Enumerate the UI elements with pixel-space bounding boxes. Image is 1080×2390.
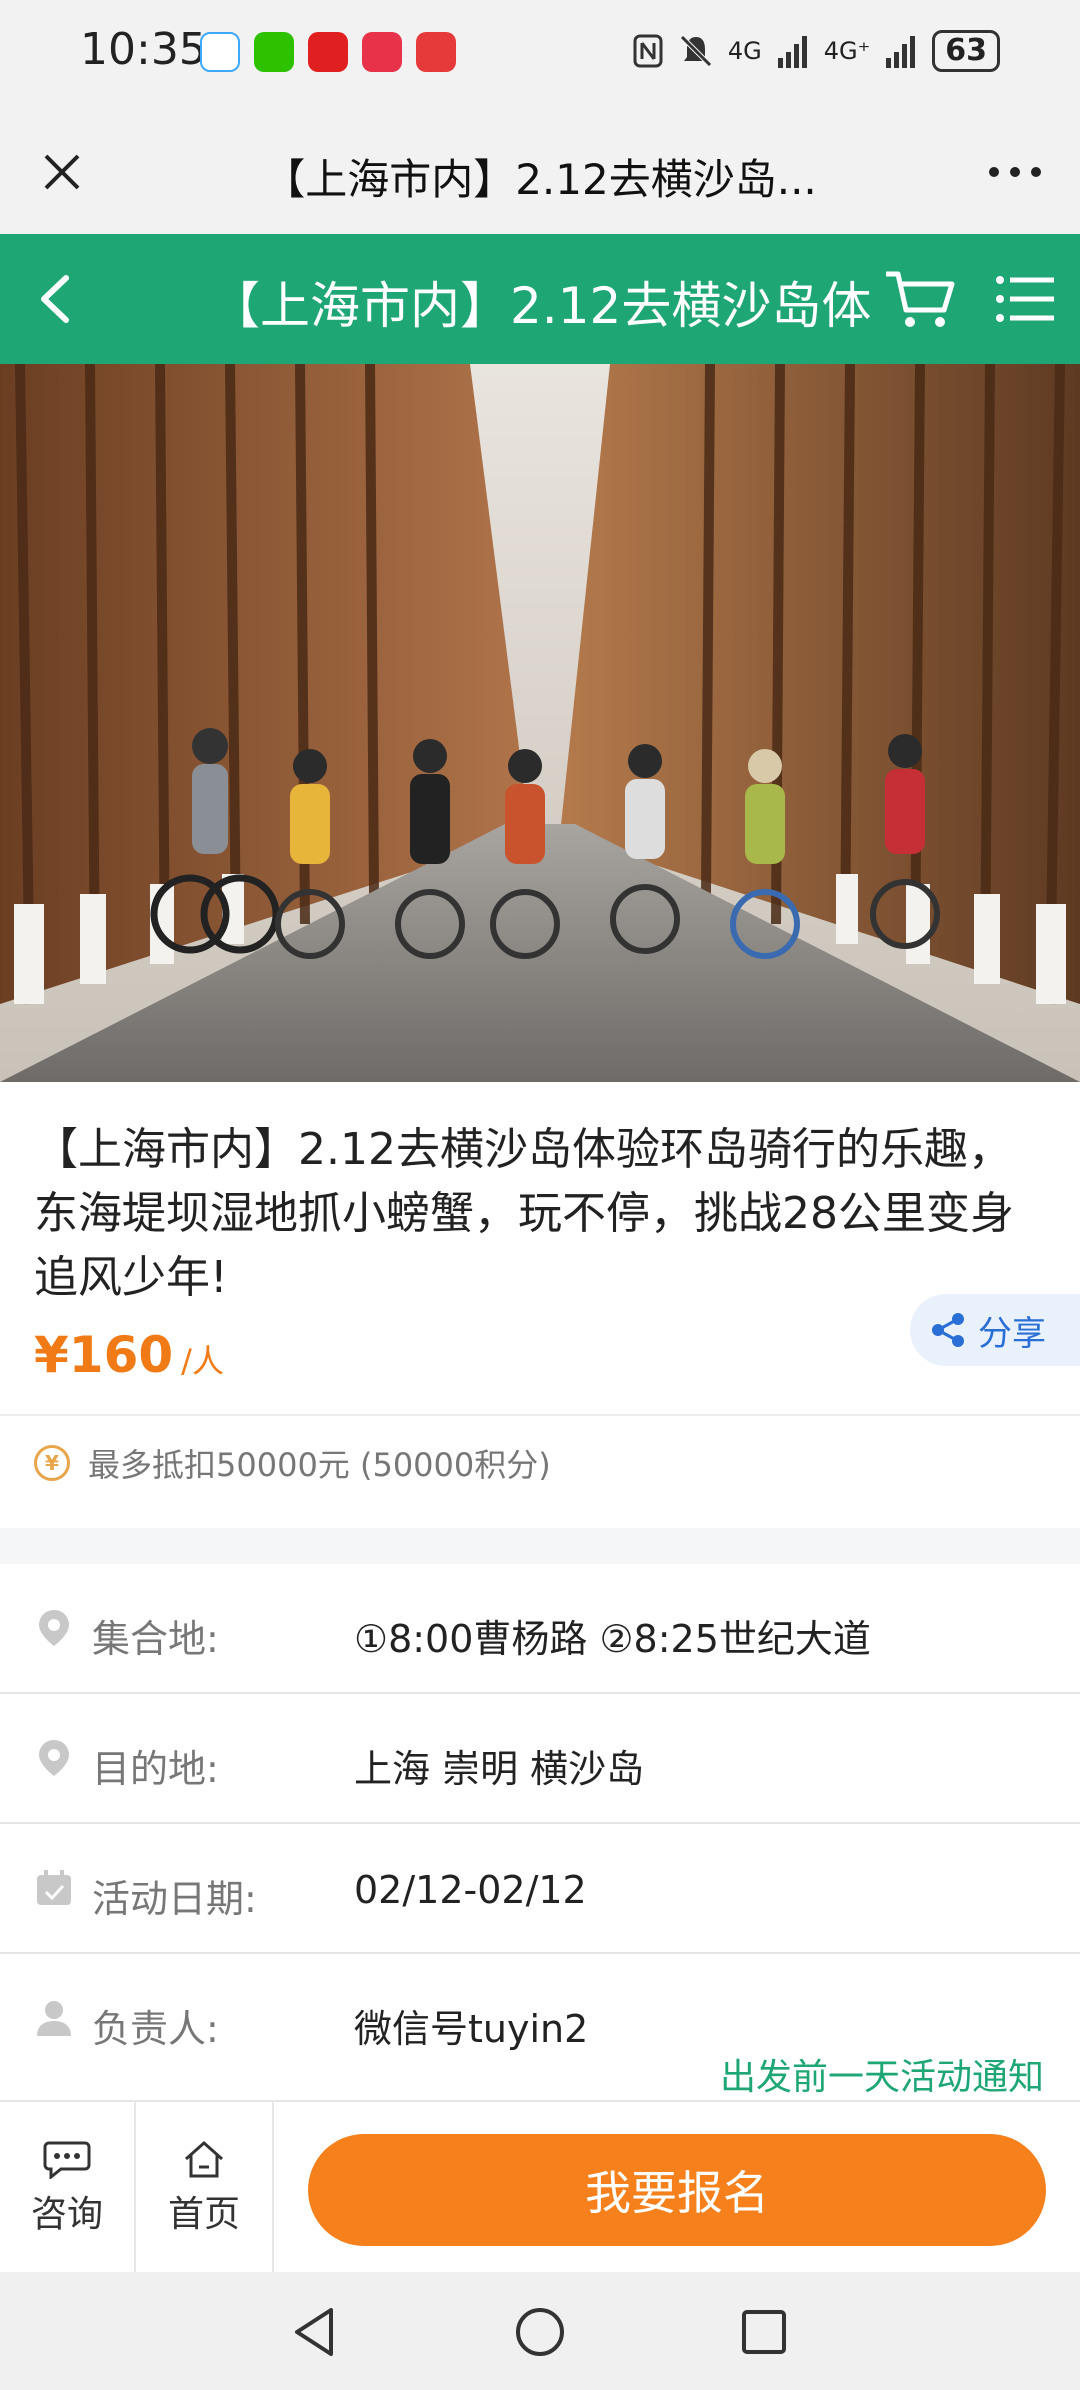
destination-value: 上海 崇明 横沙岛 <box>354 1747 645 1791</box>
menu-icon[interactable] <box>990 264 1060 334</box>
battery-indicator: 63 <box>932 30 1000 72</box>
location-pin-icon <box>39 1740 69 1776</box>
share-icon <box>932 1313 964 1347</box>
webview-header: 【上海市内】2.12去横沙岛... <box>0 110 1080 234</box>
hero-illustration <box>0 364 1080 1082</box>
network-type-2: 4G⁺ <box>823 37 871 65</box>
status-time: 10:35 <box>80 24 207 75</box>
share-label: 分享 <box>978 1313 1046 1354</box>
destination-label: 目的地: <box>92 1747 219 1791</box>
huawei-notification-icon <box>362 32 402 72</box>
mute-icon <box>680 35 712 67</box>
meeting-point-value: ①8:00曹杨路 ②8:25世纪大道 <box>354 1617 871 1661</box>
points-text: 最多抵扣50000元 (50000积分) <box>88 1446 551 1484</box>
app-notification-icon <box>416 32 456 72</box>
section-separator <box>0 1528 1080 1564</box>
date-label: 活动日期: <box>92 1877 257 1921</box>
home-button[interactable]: 首页 <box>136 2102 274 2274</box>
status-indicators: 4G 4G⁺ 63 <box>632 30 1000 72</box>
network-type-1: 4G <box>727 37 762 65</box>
info-row-destination: 目的地: 上海 崇明 横沙岛 <box>0 1694 1080 1824</box>
chat-bubble-icon <box>43 2141 91 2179</box>
nfc-icon <box>633 34 663 68</box>
app-notification-icon <box>308 32 348 72</box>
points-deduction: ¥ 最多抵扣50000元 (50000积分) <box>34 1440 551 1486</box>
location-pin-icon <box>39 1610 69 1646</box>
price-unit: /人 <box>181 1342 224 1380</box>
close-icon[interactable] <box>30 140 94 204</box>
consult-button[interactable]: 咨询 <box>0 2102 136 2274</box>
leader-label: 负责人: <box>92 2007 219 2051</box>
calendar-icon <box>37 1870 71 1905</box>
webview-title: 【上海市内】2.12去横沙岛... <box>263 155 817 204</box>
status-bar: 10:35 4G 4G⁺ 63 <box>0 0 1080 110</box>
more-options-icon[interactable] <box>980 140 1050 204</box>
nav-back-icon[interactable] <box>285 2302 345 2362</box>
system-nav-bar <box>0 2272 1080 2390</box>
hero-photo <box>0 364 1080 1082</box>
home-label: 首页 <box>167 2194 240 2235</box>
home-icon <box>185 2140 223 2178</box>
divider <box>0 1414 1080 1416</box>
price: ¥160/人 <box>34 1326 224 1384</box>
share-button[interactable]: 分享 <box>910 1294 1080 1366</box>
departure-notice: 出发前一天活动通知 <box>719 2057 1044 2098</box>
info-row-date: 活动日期: 02/12-02/12 <box>0 1824 1080 1954</box>
leader-value: 微信号tuyin2 <box>354 2007 589 2051</box>
signup-button[interactable]: 我要报名 <box>308 2134 1046 2246</box>
coin-icon: ¥ <box>34 1445 70 1481</box>
nav-recents-icon[interactable] <box>734 2302 794 2362</box>
date-value: 02/12-02/12 <box>354 1868 587 1912</box>
page-title: 【上海市内】2.12去横沙岛体 <box>210 277 870 335</box>
signal-icon <box>777 36 807 68</box>
price-value: ¥160 <box>34 1326 174 1384</box>
qq-notification-icon <box>200 32 240 72</box>
wechat-notification-icon <box>254 32 294 72</box>
consult-label: 咨询 <box>30 2194 103 2235</box>
bottom-action-bar: 咨询 首页 我要报名 <box>0 2100 1080 2274</box>
notification-icons <box>200 32 456 72</box>
nav-home-icon[interactable] <box>510 2302 570 2362</box>
signal-icon <box>886 36 916 68</box>
back-arrow-icon[interactable] <box>22 264 92 334</box>
meeting-point-label: 集合地: <box>92 1617 219 1661</box>
product-title: 【上海市内】2.12去横沙岛体验环岛骑行的乐趣，东海堤坝湿地抓小螃蟹，玩不停，挑… <box>34 1124 1014 1303</box>
info-row-meeting-point: 集合地: ①8:00曹杨路 ②8:25世纪大道 <box>0 1564 1080 1694</box>
app-bar: 【上海市内】2.12去横沙岛体 <box>0 234 1080 364</box>
cart-icon[interactable] <box>880 258 960 338</box>
person-icon <box>37 2001 71 2036</box>
